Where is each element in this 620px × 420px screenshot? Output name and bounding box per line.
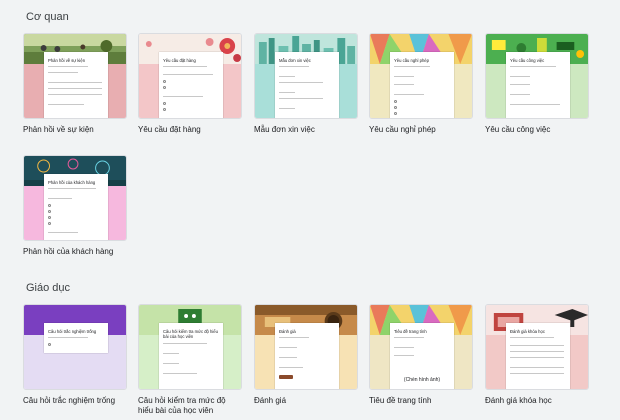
form-preview: Đánh giá	[275, 323, 339, 389]
template-thumbnail[interactable]: Câu hỏi kiểm tra mức độ hiểu bài của học…	[138, 304, 242, 390]
template-thumbnail[interactable]: Phản hồi của khách hàng	[23, 155, 127, 241]
form-preview: Yêu cầu nghỉ phép	[390, 52, 454, 118]
template-thumbnail[interactable]: Tiêu đề trang tính (Chèn hình ảnh)	[369, 304, 473, 390]
form-preview: Câu hỏi kiểm tra mức độ hiểu bài của học…	[159, 323, 223, 389]
template-thumbnail[interactable]: Phản hồi về sự kiện	[23, 33, 127, 119]
template-label[interactable]: Yêu cầu nghỉ phép	[369, 125, 473, 135]
template-thumbnail[interactable]: Đánh giá khóa học	[485, 304, 589, 390]
form-preview: Đánh giá khóa học	[506, 323, 570, 389]
form-preview: Yêu cầu công việc	[506, 52, 570, 118]
template-worksheet[interactable]: Tiêu đề trang tính (Chèn hình ảnh) Tiêu …	[369, 304, 473, 406]
form-preview: Phản hồi về sự kiện	[44, 52, 108, 118]
template-label[interactable]: Mẫu đơn xin việc	[254, 125, 358, 135]
template-label[interactable]: Câu hỏi trắc nghiệm trống	[23, 396, 127, 406]
template-thumbnail[interactable]: Câu hỏi trắc nghiệm trống	[23, 304, 127, 390]
section-title-education: Giáo dục	[26, 282, 71, 294]
form-preview: Tiêu đề trang tính (Chèn hình ảnh)	[390, 323, 454, 389]
template-assessment[interactable]: Câu hỏi kiểm tra mức độ hiểu bài của học…	[138, 304, 242, 416]
template-label[interactable]: Câu hỏi kiểm tra mức độ hiểu bài của học…	[138, 396, 242, 416]
template-label[interactable]: Đánh giá khóa học	[485, 396, 589, 406]
template-job-application[interactable]: Mẫu đơn xin việc Mẫu đơn xin việc	[254, 33, 358, 135]
template-course-eval[interactable]: Đánh giá khóa học Đánh giá khóa học	[485, 304, 589, 406]
template-thumbnail[interactable]: Yêu cầu nghỉ phép	[369, 33, 473, 119]
form-preview: Mẫu đơn xin việc	[275, 52, 339, 118]
template-thumbnail[interactable]: Mẫu đơn xin việc	[254, 33, 358, 119]
template-time-off[interactable]: Yêu cầu nghỉ phép Yêu cầu nghỉ phép	[369, 33, 473, 135]
template-label[interactable]: Tiêu đề trang tính	[369, 396, 473, 406]
template-work-request[interactable]: Yêu cầu công việc Yêu cầu công việc	[485, 33, 589, 135]
template-label[interactable]: Yêu cầu công việc	[485, 125, 589, 135]
template-thumbnail[interactable]: Yêu cầu công việc	[485, 33, 589, 119]
template-event-feedback[interactable]: Phản hồi về sự kiện Phản hồi về sự kiện	[23, 33, 127, 135]
form-preview: Câu hỏi trắc nghiệm trống	[44, 323, 108, 353]
form-preview: Yêu cầu đặt hàng	[159, 52, 223, 118]
form-preview: Phản hồi của khách hàng	[44, 174, 108, 240]
template-label[interactable]: Phản hồi của khách hàng	[23, 247, 127, 257]
template-label[interactable]: Đánh giá	[254, 396, 358, 406]
template-customer-feedback[interactable]: Phản hồi của khách hàng Phản hồi của khá…	[23, 155, 127, 257]
insert-image-placeholder: (Chèn hình ảnh)	[403, 377, 441, 383]
section-title-org: Cơ quan	[26, 11, 69, 23]
template-label[interactable]: Phản hồi về sự kiện	[23, 125, 127, 135]
template-evaluation[interactable]: Đánh giá Đánh giá	[254, 304, 358, 406]
template-label[interactable]: Yêu cầu đặt hàng	[138, 125, 242, 135]
template-thumbnail[interactable]: Yêu cầu đặt hàng	[138, 33, 242, 119]
template-order-request[interactable]: Yêu cầu đặt hàng Yêu cầu đặt hàng	[138, 33, 242, 135]
template-blank-quiz[interactable]: Câu hỏi trắc nghiệm trống Câu hỏi trắc n…	[23, 304, 127, 406]
template-thumbnail[interactable]: Đánh giá	[254, 304, 358, 390]
